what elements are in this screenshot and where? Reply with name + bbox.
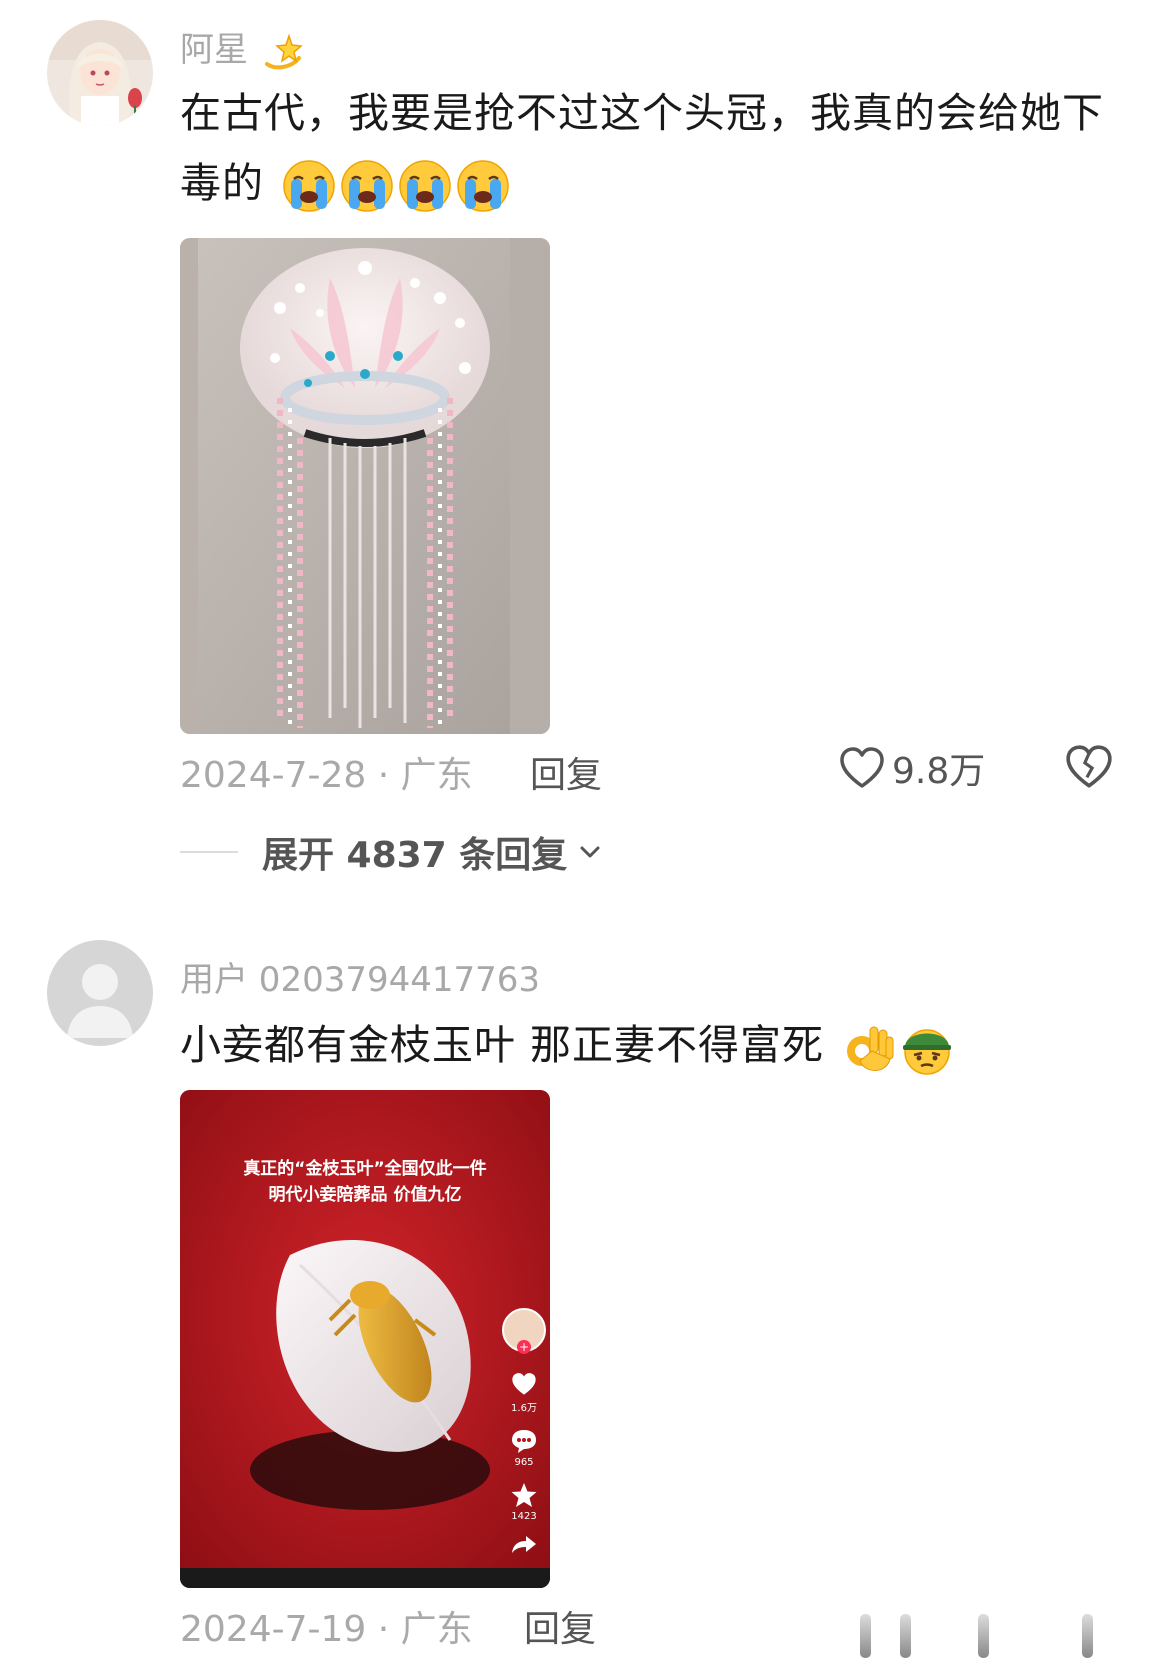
loudly-crying-face-icon <box>282 159 336 213</box>
comment-item: 阿星 在古代，我要是抢不过这个头冠，我真的会给她下毒的 2024-7-28 · … <box>0 0 1168 876</box>
scroll-indicator <box>1082 1614 1093 1658</box>
dizzy-star-emoji-icon <box>261 30 305 74</box>
date-location-text: 2024-7-28 · 广东 <box>180 755 473 796</box>
photo-sidebar: + 1.6万 965 1423 <box>502 1308 546 1557</box>
chevron-down-icon <box>577 839 603 865</box>
comment-photo[interactable] <box>180 238 550 734</box>
expand-replies-label: 展开 4837 条回复 <box>262 835 568 876</box>
photo-caption-line: 明代小妾陪葬品 价值九亿 <box>268 1185 462 1205</box>
scroll-indicator <box>860 1614 871 1658</box>
face-with-helmet-icon <box>900 1021 954 1075</box>
photo-fav-count: 1423 <box>511 1511 537 1522</box>
reply-button[interactable]: 回复 <box>530 746 602 798</box>
avatar[interactable] <box>47 940 153 1046</box>
photo-like-count: 1.6万 <box>511 1403 537 1414</box>
expand-replies[interactable]: 展开 4837 条回复 <box>180 826 603 878</box>
reply-button[interactable]: 回复 <box>524 1600 596 1652</box>
comment-text: 在古代，我要是抢不过这个头冠，我真的会给她下毒的 <box>180 78 1120 218</box>
photo-comment-count: 965 <box>514 1457 534 1468</box>
scroll-indicator <box>978 1614 989 1658</box>
comment-photo[interactable]: 真正的“金枝玉叶”全国仅此一件 明代小妾陪葬品 价值九亿 + 1.6万 965 … <box>180 1090 550 1588</box>
loudly-crying-face-icon <box>398 159 452 213</box>
comment-bubble-icon <box>502 1428 546 1457</box>
ok-hand-icon <box>842 1021 896 1075</box>
scroll-indicator <box>900 1614 911 1658</box>
heart-icon <box>502 1370 546 1399</box>
avatar[interactable] <box>47 20 153 126</box>
divider-line <box>180 851 238 853</box>
comment-text-content: 小妾都有金枝玉叶 那正妻不得富死 <box>180 1021 825 1069</box>
creator-avatar-icon: + <box>502 1308 546 1354</box>
username[interactable]: 用户 0203794417763 <box>180 952 540 1001</box>
comment-text: 小妾都有金枝玉叶 那正妻不得富死 <box>180 1010 1120 1080</box>
like-button[interactable]: 9.8万 <box>838 742 985 794</box>
photo-caption: 真正的“金枝玉叶”全国仅此一件 明代小妾陪葬品 价值九亿 <box>180 1156 550 1208</box>
like-count: 9.8万 <box>892 751 986 792</box>
comment-date-location: 2024-7-19 · 广东 <box>180 1600 473 1652</box>
photo-caption-line: 真正的“金枝玉叶”全国仅此一件 <box>243 1159 487 1179</box>
broken-heart-icon <box>1064 745 1114 796</box>
loudly-crying-face-icon <box>340 159 394 213</box>
loudly-crying-face-icon <box>456 159 510 213</box>
username-text: 阿星 <box>180 30 248 70</box>
username[interactable]: 阿星 <box>180 22 305 74</box>
heart-outline-icon <box>838 744 886 792</box>
star-icon <box>502 1482 546 1511</box>
comment-item: 用户 0203794417763 小妾都有金枝玉叶 那正妻不得富死 真正的“金枝… <box>0 940 1168 1666</box>
dislike-button[interactable] <box>1064 742 1114 792</box>
share-arrow-icon <box>502 1534 546 1557</box>
comment-date-location: 2024-7-28 · 广东 <box>180 746 473 798</box>
date-location-text: 2024-7-19 · 广东 <box>180 1609 473 1650</box>
